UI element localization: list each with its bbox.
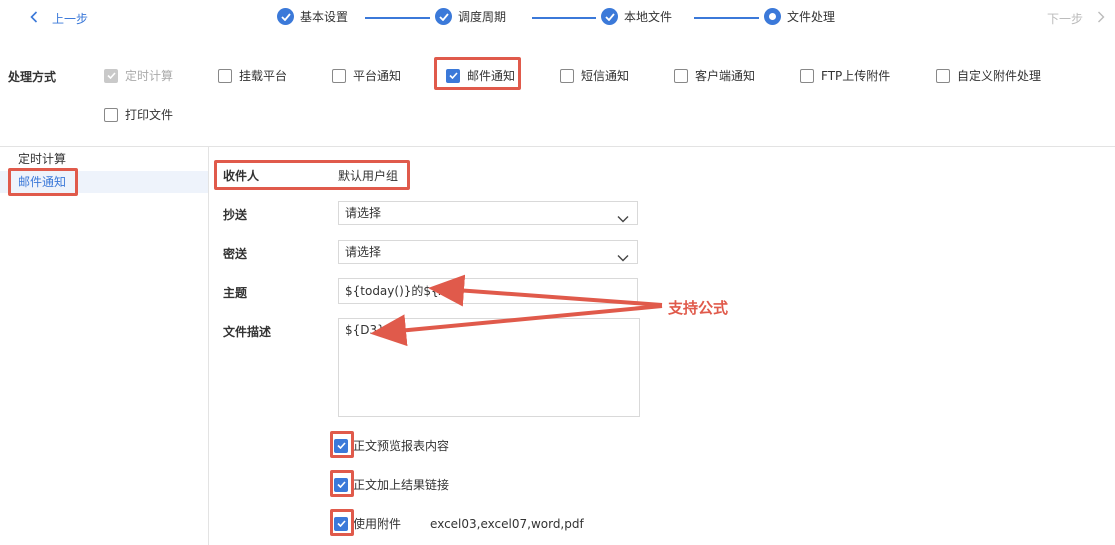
wizard-topbar: 上一步 基本设置 调度周期 本地文件 文件处理 下一步 — [0, 0, 1115, 36]
method-checkbox-custom-attachment[interactable]: 自定义附件处理 — [936, 67, 1041, 84]
checkbox-icon — [674, 68, 688, 83]
method-checkbox-sms-notice[interactable]: 短信通知 — [560, 67, 629, 84]
checkbox-checked-icon — [334, 438, 348, 453]
previous-step-label: 上一步 — [52, 12, 89, 26]
step-label: 基本设置 — [300, 10, 349, 24]
next-step-label: 下一步 — [1046, 12, 1083, 26]
option-result-link[interactable]: 正文加上结果链接 — [334, 476, 449, 493]
checkbox-icon — [104, 107, 118, 122]
method-checkbox-client-notice[interactable]: 客户端通知 — [674, 67, 755, 84]
step-connector — [532, 17, 596, 19]
checkbox-checked-icon — [446, 68, 460, 83]
panel-divider — [208, 147, 209, 545]
checkbox-icon — [560, 68, 574, 83]
attachment-formats: excel03,excel07,word,pdf — [430, 516, 584, 531]
sidebar-item-scheduled-calc[interactable]: 定时计算 — [0, 148, 208, 170]
method-checkbox-platform-notice[interactable]: 平台通知 — [332, 67, 401, 84]
annotation-text: 支持公式 — [668, 299, 729, 317]
method-label: 定时计算 — [125, 69, 174, 83]
checkbox-checked-icon — [334, 477, 348, 492]
chevron-right-icon — [1097, 11, 1105, 26]
bcc-label: 密送 — [223, 247, 248, 261]
option-label: 正文加上结果链接 — [353, 478, 450, 492]
bcc-select-value: 请选择 — [345, 245, 382, 259]
method-label: 打印文件 — [125, 108, 174, 122]
cc-select-value: 请选择 — [345, 206, 382, 220]
step-connector — [365, 17, 430, 19]
method-checkbox-print-file[interactable]: 打印文件 — [104, 106, 173, 123]
section-divider — [0, 146, 1115, 147]
method-label: 自定义附件处理 — [957, 69, 1042, 83]
method-checkbox-email-notice[interactable]: 邮件通知 — [446, 67, 515, 84]
subject-label: 主题 — [223, 286, 248, 300]
method-label: 挂载平台 — [239, 69, 288, 83]
checkbox-icon — [800, 68, 814, 83]
previous-step-button[interactable]: 上一步 — [30, 10, 88, 27]
option-use-attachment[interactable]: 使用附件 excel03,excel07,word,pdf — [334, 515, 584, 532]
method-label: 平台通知 — [353, 69, 402, 83]
processing-method-label: 处理方式 — [8, 70, 57, 84]
option-label: 正文预览报表内容 — [353, 439, 450, 453]
next-step-button[interactable]: 下一步 — [1047, 10, 1105, 27]
step-file-processing: 文件处理 — [764, 8, 835, 25]
step-basic-settings: 基本设置 — [277, 8, 348, 25]
step-connector — [694, 17, 759, 19]
bcc-select[interactable]: 请选择 — [338, 240, 638, 264]
checkbox-icon — [936, 68, 950, 83]
step-schedule: 调度周期 — [435, 8, 506, 25]
subject-input[interactable]: ${today()}的${A1} — [338, 278, 638, 304]
sidebar-item-email-notice[interactable]: 邮件通知 — [0, 171, 208, 193]
method-checkbox-mount-platform[interactable]: 挂载平台 — [218, 67, 287, 84]
recipient-value: 默认用户组 — [338, 169, 399, 183]
cc-label: 抄送 — [223, 208, 248, 222]
check-circle-icon — [277, 8, 294, 25]
cc-select[interactable]: 请选择 — [338, 201, 638, 225]
method-label: 客户端通知 — [695, 69, 756, 83]
current-step-icon — [764, 8, 781, 25]
description-textarea[interactable]: ${D3} — [338, 318, 640, 417]
recipient-label: 收件人 — [223, 169, 260, 183]
checkbox-checked-icon — [104, 68, 118, 83]
checkbox-checked-icon — [334, 516, 348, 531]
step-label: 本地文件 — [624, 10, 673, 24]
method-label: 邮件通知 — [467, 69, 516, 83]
method-checkbox-scheduled-calc: 定时计算 — [104, 67, 173, 84]
step-label: 文件处理 — [787, 10, 836, 24]
description-label: 文件描述 — [223, 325, 272, 339]
method-label: FTP上传附件 — [821, 69, 891, 83]
chevron-left-icon — [30, 10, 38, 27]
method-checkbox-ftp-upload[interactable]: FTP上传附件 — [800, 67, 890, 84]
chevron-down-icon — [617, 208, 629, 230]
option-label: 使用附件 — [353, 517, 402, 531]
check-circle-icon — [435, 8, 452, 25]
chevron-down-icon — [617, 247, 629, 269]
step-local-files: 本地文件 — [601, 8, 672, 25]
checkbox-icon — [332, 68, 346, 83]
step-label: 调度周期 — [458, 10, 507, 24]
option-preview-report[interactable]: 正文预览报表内容 — [334, 437, 449, 454]
checkbox-icon — [218, 68, 232, 83]
check-circle-icon — [601, 8, 618, 25]
method-label: 短信通知 — [581, 69, 630, 83]
